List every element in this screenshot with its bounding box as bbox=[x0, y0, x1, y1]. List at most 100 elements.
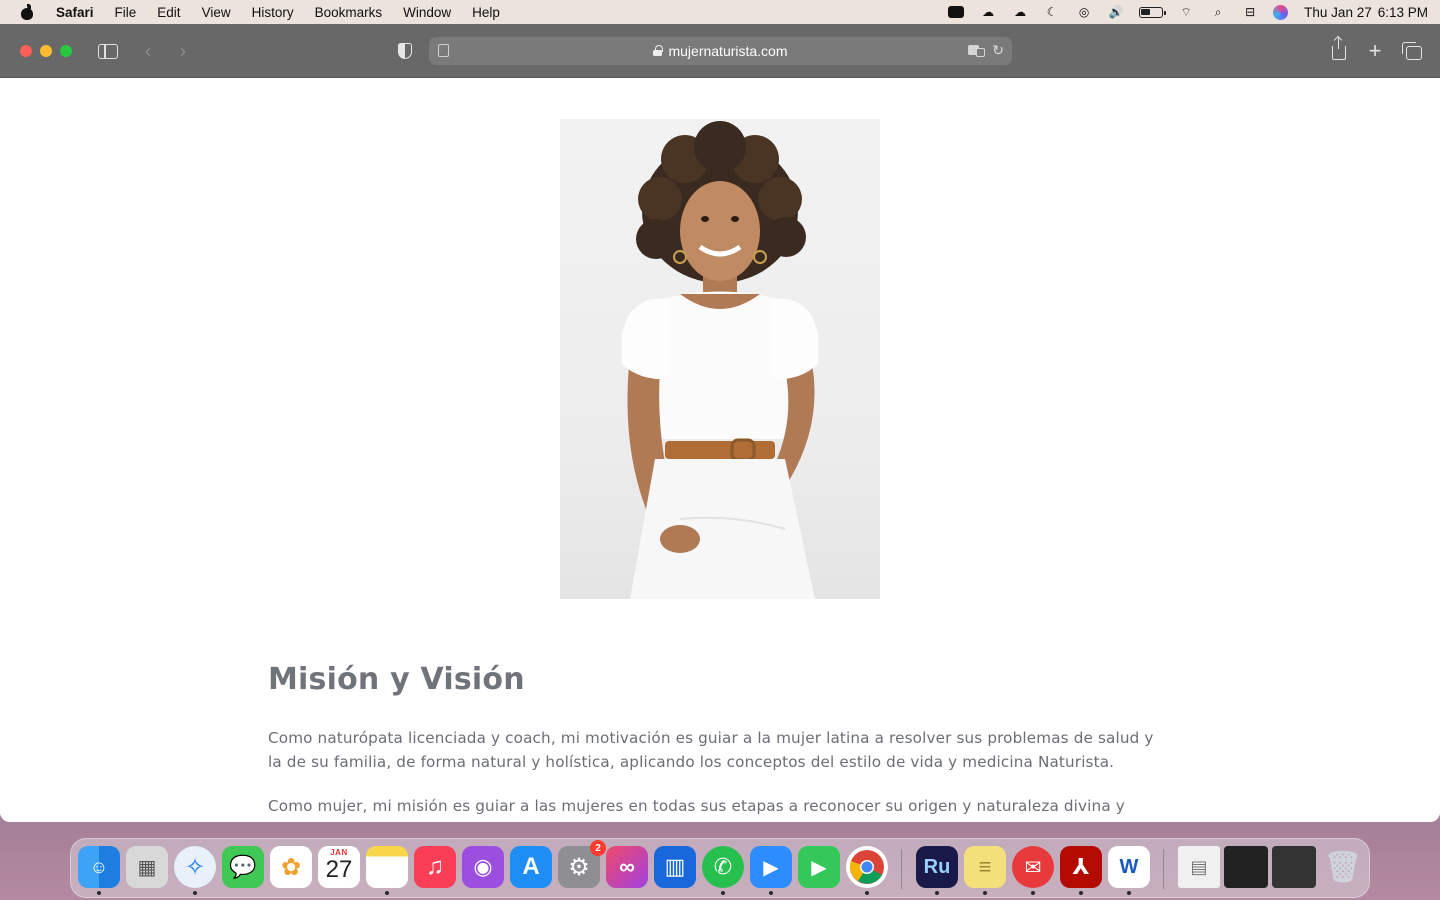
zoom-window-button[interactable] bbox=[60, 45, 72, 57]
word-icon[interactable]: W bbox=[1108, 846, 1150, 888]
screenshot-thumbnail-icon[interactable] bbox=[1224, 846, 1268, 888]
close-window-button[interactable] bbox=[20, 45, 32, 57]
whatsapp-icon[interactable]: ✆ bbox=[702, 846, 744, 888]
reload-button[interactable]: ↻ bbox=[992, 42, 1004, 59]
battery-icon[interactable] bbox=[1139, 6, 1167, 18]
web-content: Misión y Visión Como naturópata licencia… bbox=[0, 78, 1440, 822]
tab-overview-button[interactable] bbox=[1401, 41, 1422, 61]
zoom-icon[interactable]: ▶ bbox=[750, 846, 792, 888]
podcasts-icon[interactable]: ◉ bbox=[462, 846, 504, 888]
volume-icon[interactable]: 🔊 bbox=[1107, 5, 1125, 19]
settings-badge: 2 bbox=[590, 840, 606, 856]
control-center-icon[interactable]: ⊟ bbox=[1241, 5, 1259, 19]
rush-running-dot bbox=[935, 891, 939, 895]
sidebar-icon bbox=[98, 43, 118, 59]
facetime-icon[interactable]: ▶ bbox=[798, 846, 840, 888]
menu-bar-left: Safari File Edit View History Bookmarks … bbox=[20, 4, 521, 20]
translate-button[interactable] bbox=[968, 43, 986, 57]
tabs-icon bbox=[1401, 41, 1422, 60]
stickies-icon[interactable]: ≡ bbox=[964, 846, 1006, 888]
safari-icon[interactable]: ✧ bbox=[174, 846, 216, 888]
document-file-icon[interactable]: ▤ bbox=[1178, 846, 1220, 888]
menu-bookmarks[interactable]: Bookmarks bbox=[315, 5, 383, 20]
acrobat-running-dot bbox=[1079, 891, 1083, 895]
vision-paragraph: Como mujer, mi misión es guiar a las muj… bbox=[268, 797, 1125, 815]
lock-icon bbox=[653, 45, 663, 56]
url-display[interactable]: mujernaturista.com bbox=[653, 43, 788, 59]
stickies-running-dot bbox=[983, 891, 987, 895]
rush-icon[interactable]: Ru bbox=[916, 846, 958, 888]
music-icon[interactable]: ♫ bbox=[414, 846, 456, 888]
portrait-photo bbox=[560, 119, 880, 599]
chrome-icon[interactable] bbox=[846, 846, 888, 888]
menu-history[interactable]: History bbox=[252, 5, 294, 20]
finder-running-dot bbox=[97, 891, 101, 895]
url-text: mujernaturista.com bbox=[668, 43, 788, 59]
focus-moon-icon[interactable]: ☾ bbox=[1043, 5, 1061, 19]
siri-icon[interactable] bbox=[1273, 4, 1289, 20]
minimize-window-button[interactable] bbox=[40, 45, 52, 57]
launchpad-icon[interactable]: ▦ bbox=[126, 846, 168, 888]
menu-window[interactable]: Window bbox=[403, 5, 451, 20]
screen-record-icon[interactable] bbox=[947, 5, 965, 19]
plus-icon: + bbox=[1368, 38, 1382, 63]
apple-menu-icon[interactable] bbox=[20, 4, 34, 20]
word-running-dot bbox=[1127, 891, 1131, 895]
photos-icon[interactable]: ✿ bbox=[270, 846, 312, 888]
safari-window: ‹ › mujernaturista.com ↻ + Misión y Visi… bbox=[0, 24, 1440, 822]
creative-cloud-icon[interactable]: ☁ bbox=[979, 5, 997, 19]
section-title: Misión y Visión bbox=[268, 662, 525, 697]
share-button[interactable] bbox=[1330, 37, 1348, 61]
privacy-report-button[interactable] bbox=[396, 41, 414, 61]
calendar-day: 27 bbox=[325, 856, 353, 883]
dock-separator-2 bbox=[1163, 849, 1164, 889]
wifi-icon[interactable]: ⌔ bbox=[1177, 5, 1195, 19]
word-label: W bbox=[1119, 855, 1139, 878]
trash-icon[interactable]: 🗑 bbox=[1322, 846, 1364, 888]
forward-button[interactable]: › bbox=[175, 41, 191, 61]
spotlight-search-icon[interactable]: ⌕ bbox=[1209, 5, 1227, 19]
system-preferences-icon[interactable]: ⚙ 2 bbox=[558, 840, 606, 888]
menu-file[interactable]: File bbox=[115, 5, 137, 20]
airdrop-icon[interactable]: ◎ bbox=[1075, 5, 1093, 19]
share-icon bbox=[1332, 37, 1346, 60]
app-store-icon[interactable]: A bbox=[510, 846, 552, 888]
mail-icon[interactable]: ✉ bbox=[1012, 846, 1054, 888]
menu-clock[interactable]: Thu Jan 27 6:13 PM bbox=[1304, 5, 1428, 20]
creative-cloud-app-icon[interactable]: ∞ bbox=[606, 846, 648, 888]
acrobat-icon[interactable]: ⅄ bbox=[1060, 846, 1102, 888]
shield-icon bbox=[398, 43, 412, 59]
address-bar[interactable]: mujernaturista.com ↻ bbox=[429, 37, 1012, 65]
chrome-logo bbox=[850, 850, 884, 884]
mail-running-dot bbox=[1031, 891, 1035, 895]
clock-day: Thu Jan 27 bbox=[1304, 4, 1372, 20]
safari-toolbar: ‹ › mujernaturista.com ↻ + bbox=[0, 24, 1440, 78]
portrait-illustration bbox=[622, 121, 818, 599]
new-tab-button[interactable]: + bbox=[1366, 38, 1384, 63]
downloads-stack-icon[interactable] bbox=[1272, 846, 1316, 888]
messages-icon[interactable]: 💬 bbox=[222, 846, 264, 888]
menu-app-name[interactable]: Safari bbox=[56, 5, 94, 20]
finder-icon[interactable]: ☺ bbox=[78, 846, 120, 888]
dock: ☺ ▦ ✧ 💬 ✿ JAN 27 ♫ ◉ A ⚙ 2 ∞ ▥ ✆ ▶ ▶ Ru … bbox=[70, 838, 1370, 898]
zoom-running-dot bbox=[769, 891, 773, 895]
rush-label: Ru bbox=[923, 855, 951, 878]
menu-edit[interactable]: Edit bbox=[157, 5, 180, 20]
notes-icon[interactable] bbox=[366, 846, 408, 888]
menu-view[interactable]: View bbox=[202, 5, 231, 20]
whatsapp-running-dot bbox=[721, 891, 725, 895]
back-button[interactable]: ‹ bbox=[140, 41, 156, 61]
menu-help[interactable]: Help bbox=[472, 5, 500, 20]
window-controls bbox=[20, 45, 80, 57]
safari-running-dot bbox=[193, 891, 197, 895]
calendar-icon[interactable]: JAN 27 bbox=[318, 846, 360, 888]
sidebar-toggle-button[interactable] bbox=[97, 41, 119, 61]
reader-mode-icon[interactable] bbox=[438, 44, 449, 57]
notes-running-dot bbox=[385, 891, 389, 895]
translate-icon-back bbox=[976, 48, 985, 57]
trello-icon[interactable]: ▥ bbox=[654, 846, 696, 888]
cloud-sync-icon[interactable]: ☁ bbox=[1011, 5, 1029, 19]
dock-separator bbox=[901, 849, 902, 889]
menu-bar-status: ☁ ☁ ☾ ◎ 🔊 ⌔ ⌕ ⊟ Thu Jan 27 6:13 PM bbox=[933, 4, 1428, 20]
chevron-right-icon: › bbox=[180, 40, 186, 61]
